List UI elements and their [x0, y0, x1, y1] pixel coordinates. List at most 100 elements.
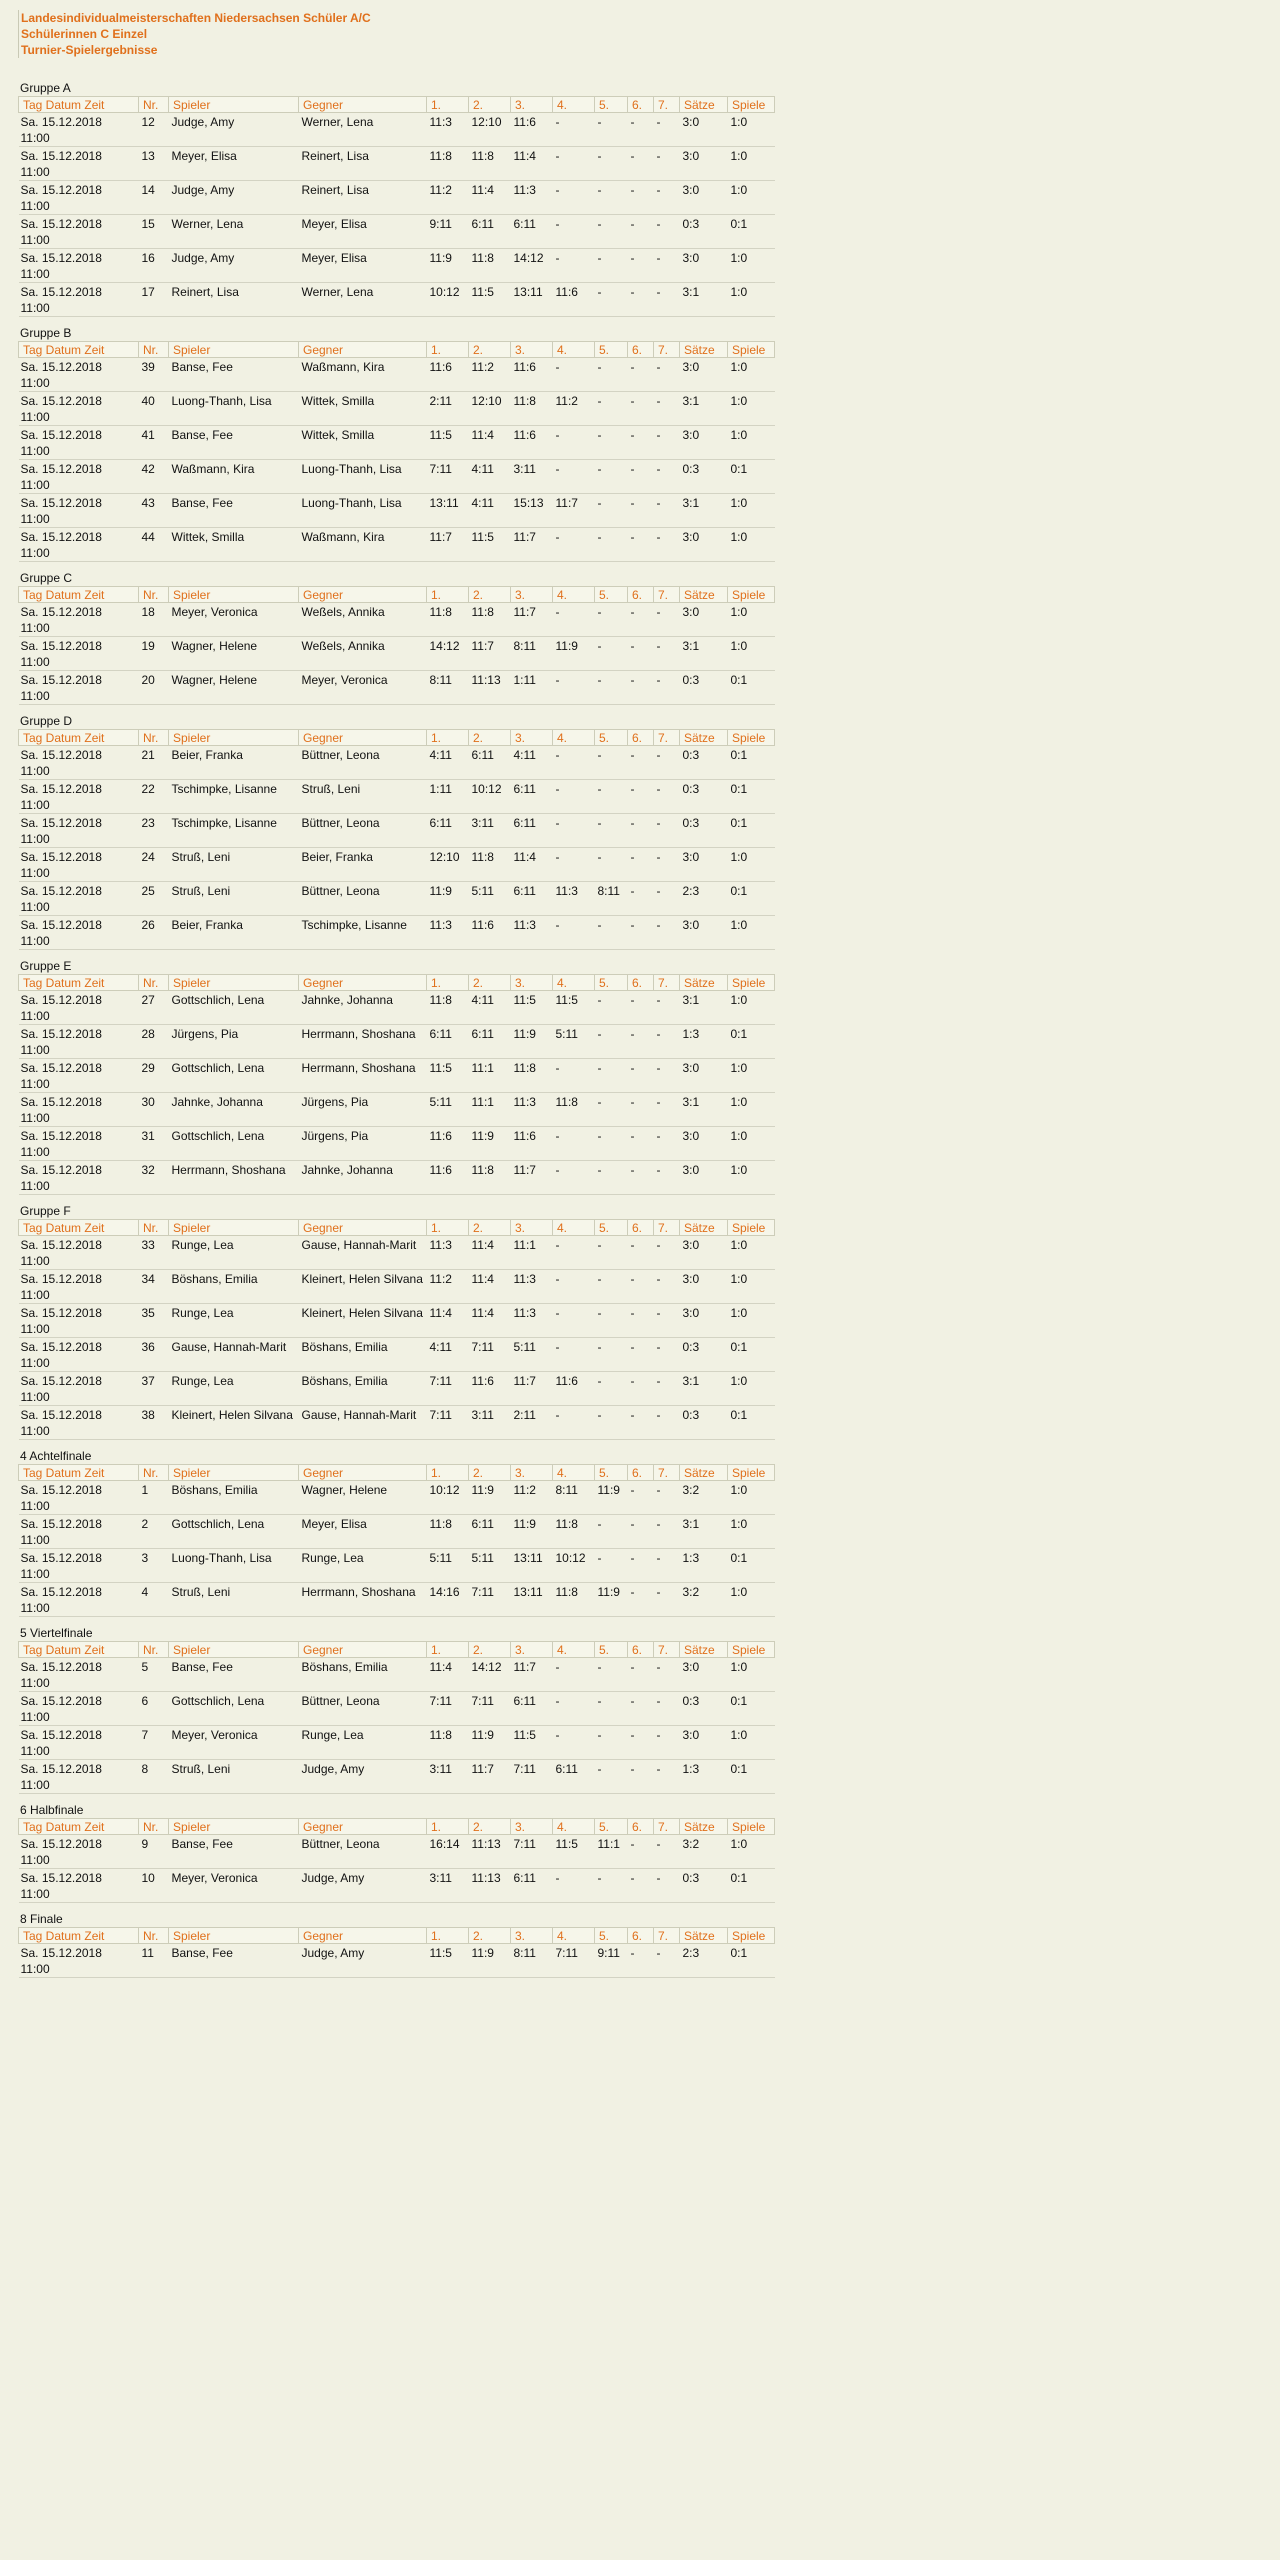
column-header[interactable]: Spiele	[727, 586, 775, 603]
column-header[interactable]: Sätze	[679, 729, 728, 746]
column-header[interactable]: 1.	[426, 1641, 469, 1658]
column-header[interactable]: 1.	[426, 1927, 469, 1944]
column-header[interactable]: Sätze	[679, 341, 728, 358]
column-header[interactable]: 2.	[468, 586, 511, 603]
column-header[interactable]: 2.	[468, 96, 511, 113]
column-header[interactable]: 2.	[468, 1818, 511, 1835]
column-header[interactable]: 3.	[510, 1464, 553, 1481]
column-header[interactable]: 2.	[468, 1464, 511, 1481]
column-header[interactable]: Tag Datum Zeit	[18, 1927, 139, 1944]
column-header[interactable]: Spiele	[727, 1927, 775, 1944]
column-header[interactable]: 7.	[653, 1464, 680, 1481]
column-header[interactable]: 6.	[627, 586, 654, 603]
column-header[interactable]: 3.	[510, 974, 553, 991]
column-header[interactable]: 3.	[510, 1219, 553, 1236]
column-header[interactable]: Spieler	[168, 729, 299, 746]
column-header[interactable]: 6.	[627, 96, 654, 113]
column-header[interactable]: 5.	[594, 974, 628, 991]
column-header[interactable]: Spiele	[727, 96, 775, 113]
column-header[interactable]: Sätze	[679, 586, 728, 603]
column-header[interactable]: 7.	[653, 586, 680, 603]
column-header[interactable]: Tag Datum Zeit	[18, 1641, 139, 1658]
column-header[interactable]: Spieler	[168, 341, 299, 358]
column-header[interactable]: Sätze	[679, 1641, 728, 1658]
column-header[interactable]: 7.	[653, 729, 680, 746]
column-header[interactable]: 7.	[653, 341, 680, 358]
column-header[interactable]: Tag Datum Zeit	[18, 96, 139, 113]
column-header[interactable]: Nr.	[138, 1927, 169, 1944]
column-header[interactable]: 3.	[510, 341, 553, 358]
column-header[interactable]: 4.	[552, 1818, 595, 1835]
column-header[interactable]: 6.	[627, 1219, 654, 1236]
column-header[interactable]: Sätze	[679, 1464, 728, 1481]
column-header[interactable]: Nr.	[138, 1219, 169, 1236]
column-header[interactable]: Gegner	[298, 1464, 427, 1481]
column-header[interactable]: Sätze	[679, 1927, 728, 1944]
column-header[interactable]: Gegner	[298, 1219, 427, 1236]
column-header[interactable]: 4.	[552, 1927, 595, 1944]
column-header[interactable]: Tag Datum Zeit	[18, 586, 139, 603]
column-header[interactable]: 5.	[594, 341, 628, 358]
column-header[interactable]: 4.	[552, 1641, 595, 1658]
column-header[interactable]: 3.	[510, 729, 553, 746]
column-header[interactable]: 2.	[468, 974, 511, 991]
column-header[interactable]: 1.	[426, 341, 469, 358]
column-header[interactable]: 2.	[468, 1219, 511, 1236]
column-header[interactable]: 4.	[552, 729, 595, 746]
column-header[interactable]: Gegner	[298, 974, 427, 991]
column-header[interactable]: Gegner	[298, 96, 427, 113]
column-header[interactable]: 6.	[627, 974, 654, 991]
column-header[interactable]: 2.	[468, 729, 511, 746]
column-header[interactable]: Spieler	[168, 1219, 299, 1236]
column-header[interactable]: 1.	[426, 96, 469, 113]
column-header[interactable]: Spiele	[727, 1464, 775, 1481]
column-header[interactable]: 6.	[627, 341, 654, 358]
column-header[interactable]: Sätze	[679, 1818, 728, 1835]
column-header[interactable]: 7.	[653, 96, 680, 113]
column-header[interactable]: 4.	[552, 1464, 595, 1481]
column-header[interactable]: 3.	[510, 96, 553, 113]
column-header[interactable]: Spieler	[168, 1927, 299, 1944]
column-header[interactable]: Spiele	[727, 1641, 775, 1658]
column-header[interactable]: Tag Datum Zeit	[18, 341, 139, 358]
column-header[interactable]: 1.	[426, 586, 469, 603]
column-header[interactable]: Nr.	[138, 974, 169, 991]
column-header[interactable]: 6.	[627, 1464, 654, 1481]
column-header[interactable]: 6.	[627, 1927, 654, 1944]
column-header[interactable]: Tag Datum Zeit	[18, 974, 139, 991]
column-header[interactable]: 5.	[594, 1927, 628, 1944]
column-header[interactable]: 3.	[510, 1927, 553, 1944]
column-header[interactable]: Tag Datum Zeit	[18, 1219, 139, 1236]
column-header[interactable]: Nr.	[138, 341, 169, 358]
column-header[interactable]: 5.	[594, 96, 628, 113]
column-header[interactable]: Nr.	[138, 729, 169, 746]
column-header[interactable]: 1.	[426, 974, 469, 991]
column-header[interactable]: 7.	[653, 1641, 680, 1658]
column-header[interactable]: 5.	[594, 729, 628, 746]
column-header[interactable]: Spiele	[727, 341, 775, 358]
column-header[interactable]: 7.	[653, 1219, 680, 1236]
column-header[interactable]: Gegner	[298, 341, 427, 358]
column-header[interactable]: 1.	[426, 1818, 469, 1835]
column-header[interactable]: 6.	[627, 1818, 654, 1835]
column-header[interactable]: 4.	[552, 341, 595, 358]
column-header[interactable]: 3.	[510, 1641, 553, 1658]
column-header[interactable]: Spiele	[727, 1818, 775, 1835]
column-header[interactable]: 5.	[594, 586, 628, 603]
column-header[interactable]: Sätze	[679, 974, 728, 991]
column-header[interactable]: Spieler	[168, 1641, 299, 1658]
column-header[interactable]: Nr.	[138, 96, 169, 113]
column-header[interactable]: 5.	[594, 1818, 628, 1835]
column-header[interactable]: 4.	[552, 1219, 595, 1236]
column-header[interactable]: 5.	[594, 1641, 628, 1658]
column-header[interactable]: Nr.	[138, 1641, 169, 1658]
column-header[interactable]: Tag Datum Zeit	[18, 1818, 139, 1835]
column-header[interactable]: 7.	[653, 974, 680, 991]
column-header[interactable]: Gegner	[298, 729, 427, 746]
column-header[interactable]: 1.	[426, 1464, 469, 1481]
column-header[interactable]: Spiele	[727, 1219, 775, 1236]
column-header[interactable]: Sätze	[679, 1219, 728, 1236]
column-header[interactable]: Spieler	[168, 1818, 299, 1835]
column-header[interactable]: 7.	[653, 1927, 680, 1944]
column-header[interactable]: Gegner	[298, 1818, 427, 1835]
